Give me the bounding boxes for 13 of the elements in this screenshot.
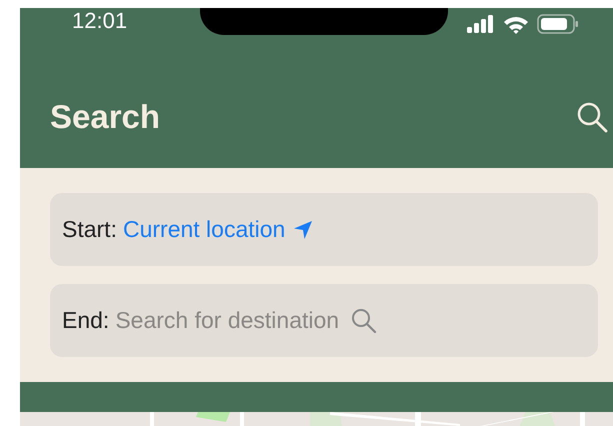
destination-input[interactable]: Search for destination — [115, 307, 344, 334]
start-location-value: Current location — [122, 216, 286, 243]
signal-icon — [467, 15, 495, 33]
wifi-icon — [503, 14, 529, 34]
battery-icon — [537, 14, 579, 34]
search-icon[interactable] — [576, 101, 608, 133]
start-field[interactable]: Start: Current location — [50, 193, 598, 266]
field-label: End: — [62, 307, 110, 334]
field-label: Start: — [62, 216, 117, 243]
search-icon — [351, 308, 378, 334]
status-time: 12:01 — [72, 8, 128, 34]
page-title: Search — [50, 98, 160, 136]
location-arrow-icon — [293, 220, 314, 240]
